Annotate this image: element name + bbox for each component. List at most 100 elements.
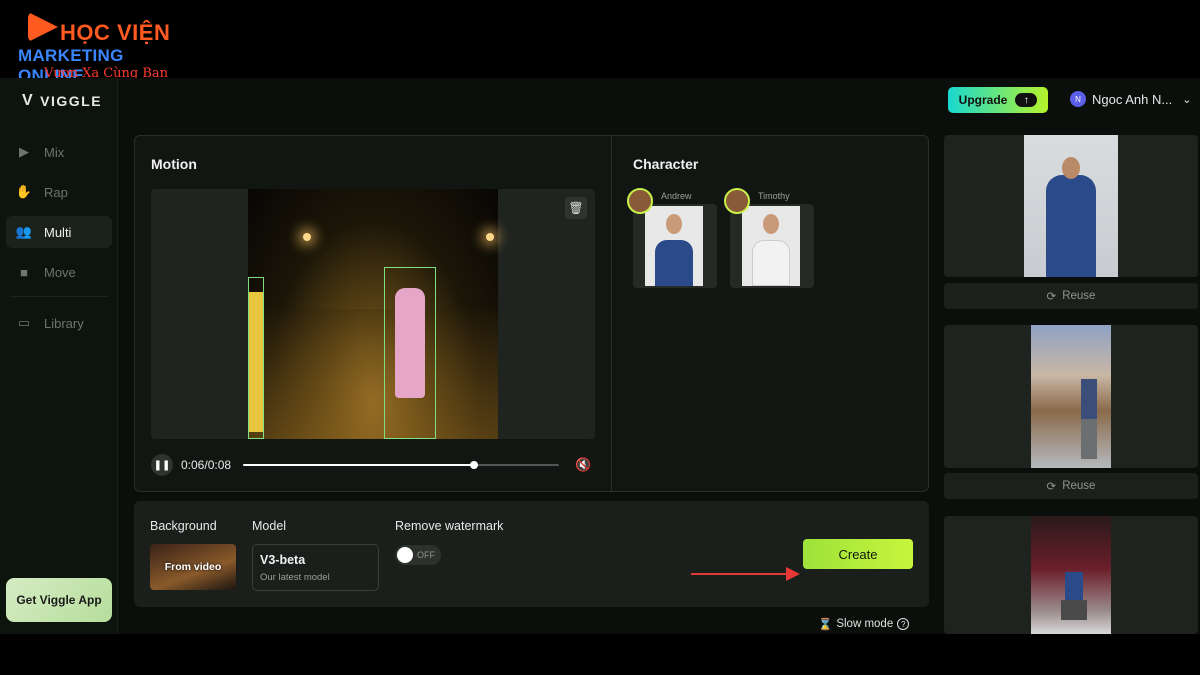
user-menu[interactable]: N Ngoc Anh N... ⌄ xyxy=(1070,91,1191,107)
detection-box-left[interactable] xyxy=(248,277,264,439)
upgrade-button[interactable]: Upgrade ↑ xyxy=(948,87,1048,113)
motion-title: Motion xyxy=(151,156,197,172)
hand-icon: ✋ xyxy=(15,184,33,199)
sidebar-item-label: Rap xyxy=(44,184,68,200)
users-icon: 👥 xyxy=(15,224,33,239)
upgrade-label: Upgrade xyxy=(958,93,1008,107)
history-person xyxy=(1046,175,1096,277)
sidebar-item-label: Move xyxy=(44,264,76,280)
model-name: V3-beta xyxy=(260,553,306,567)
video-time: 0:06/0:08 xyxy=(181,458,232,472)
street-lamp xyxy=(486,233,494,241)
character-body xyxy=(655,240,693,286)
history-card[interactable] xyxy=(944,516,1198,634)
create-button[interactable]: Create xyxy=(803,539,913,569)
character-name: Andrew xyxy=(661,191,692,201)
get-app-button[interactable]: Get Viggle App xyxy=(6,578,112,622)
history-person xyxy=(1081,379,1097,419)
arrow-up-icon: ↑ xyxy=(1015,93,1038,107)
sidebar-item-rap[interactable]: ✋ Rap xyxy=(6,176,112,208)
sidebar-item-move[interactable]: ■ Move xyxy=(6,256,112,288)
detection-box-right[interactable] xyxy=(384,267,436,439)
model-label: Model xyxy=(252,519,287,533)
history-thumbnail xyxy=(1031,516,1111,634)
history-person-legs xyxy=(1081,419,1097,459)
help-icon[interactable]: ? xyxy=(897,618,910,630)
sidebar-item-library[interactable]: ▭ Library xyxy=(6,307,112,339)
sidebar-item-multi[interactable]: 👥 Multi xyxy=(6,216,112,248)
history-person-legs xyxy=(1061,600,1087,620)
viggle-v-icon: V xyxy=(22,92,35,109)
sidebar-item-label: Mix xyxy=(44,144,65,160)
history-card[interactable] xyxy=(944,135,1198,277)
stack-icon: ▭ xyxy=(17,315,31,330)
screenshot-frame: HỌC VIỆN MARKETING ONLINE Vươn Xa Cùng B… xyxy=(0,0,1200,675)
street-lamp xyxy=(303,233,311,241)
character-head xyxy=(666,214,682,234)
avatar: N xyxy=(1070,91,1086,107)
watermark-logo: HỌC VIỆN MARKETING ONLINE Vươn Xa Cùng B… xyxy=(14,10,189,85)
character-body xyxy=(752,240,790,286)
background-thumbnail[interactable]: From video xyxy=(150,544,236,590)
toggle-state: OFF xyxy=(417,550,435,560)
sidebar-nav: ▶ Mix ✋ Rap 👥 Multi ■ Move ▭ Library xyxy=(6,136,112,347)
watermark-toggle[interactable]: OFF xyxy=(395,545,441,565)
panel-divider xyxy=(611,136,612,491)
annotation-arrow-line xyxy=(691,573,791,575)
sidebar: V VIGGLE ▶ Mix ✋ Rap 👥 Multi ■ Move ▭ Li… xyxy=(0,78,118,634)
character-card-timothy[interactable] xyxy=(730,204,814,288)
annotation-arrow-head xyxy=(786,567,800,581)
person-icon: ■ xyxy=(20,264,28,280)
refresh-icon: ⟳ xyxy=(1046,291,1057,303)
history-person-head xyxy=(1062,157,1080,179)
history-person xyxy=(1065,572,1083,600)
progress-track[interactable] xyxy=(243,461,559,469)
play-icon: ▶ xyxy=(19,144,29,159)
watermark-label: Remove watermark xyxy=(395,519,504,533)
sidebar-item-label: Library xyxy=(44,315,84,331)
settings-panel: Background From video Model V3-beta Our … xyxy=(134,501,929,607)
motion-video[interactable]: 🗑 xyxy=(151,189,595,439)
progress-knob[interactable] xyxy=(469,461,478,469)
character-avatar-timothy xyxy=(724,188,750,214)
history-card[interactable] xyxy=(944,325,1198,468)
reuse-label: Reuse xyxy=(1062,480,1096,492)
model-select[interactable]: V3-beta Our latest model xyxy=(252,544,379,591)
brand-line-1: HỌC VIỆN xyxy=(60,20,171,45)
pause-icon[interactable]: ❚❚ xyxy=(151,454,173,476)
app-name: VIGGLE xyxy=(40,93,103,109)
character-title: Character xyxy=(633,156,699,172)
reuse-button[interactable]: ⟳ Reuse xyxy=(944,283,1198,309)
character-photo xyxy=(645,206,703,286)
viggle-app: V VIGGLE ▶ Mix ✋ Rap 👥 Multi ■ Move ▭ Li… xyxy=(0,78,1200,634)
sidebar-divider xyxy=(10,296,108,297)
chevron-down-icon: ⌄ xyxy=(1182,93,1192,106)
viggle-logo[interactable]: V VIGGLE xyxy=(22,92,102,110)
reuse-label: Reuse xyxy=(1062,290,1096,302)
hourglass-icon: ⌛ xyxy=(818,619,833,631)
motion-character-panel: Motion 🗑 ❚❚ 0:06/0:08 🔇 Character Andrew… xyxy=(134,135,929,492)
reuse-button[interactable]: ⟳ Reuse xyxy=(944,473,1198,499)
video-frame xyxy=(248,189,498,439)
trash-icon[interactable]: 🗑 xyxy=(565,197,587,219)
user-name: Ngoc Anh N... xyxy=(1092,91,1173,107)
model-description: Our latest model xyxy=(260,572,330,583)
logo-play-icon xyxy=(28,12,58,42)
street-scene xyxy=(248,309,498,439)
character-avatar-andrew xyxy=(627,188,653,214)
progress-fill xyxy=(243,464,474,466)
history-thumbnail xyxy=(1024,135,1118,277)
person-yellow xyxy=(249,292,263,432)
person-pink xyxy=(395,288,425,398)
character-card-andrew[interactable] xyxy=(633,204,717,288)
history-thumbnail xyxy=(1031,325,1111,468)
sidebar-item-mix[interactable]: ▶ Mix xyxy=(6,136,112,168)
mute-icon[interactable]: 🔇 xyxy=(575,457,591,473)
character-name: Timothy xyxy=(758,191,790,201)
refresh-icon: ⟳ xyxy=(1046,481,1057,493)
toggle-knob xyxy=(397,547,413,563)
character-head xyxy=(763,214,779,234)
slow-mode[interactable]: ⌛ Slow mode ? xyxy=(818,617,910,631)
character-photo xyxy=(742,206,800,286)
video-controls: ❚❚ 0:06/0:08 🔇 xyxy=(151,454,595,476)
